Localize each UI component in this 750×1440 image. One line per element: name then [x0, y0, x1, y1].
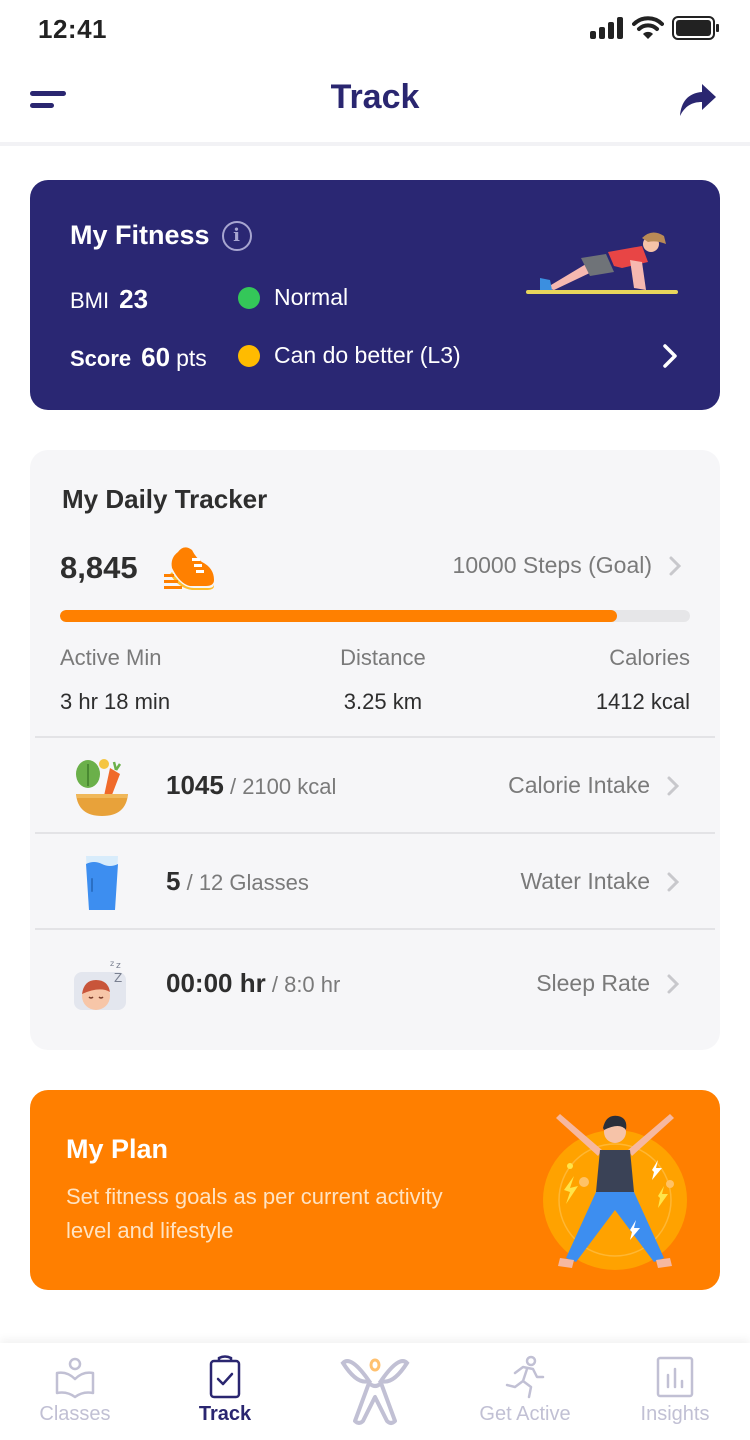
sleep-current: 00:00 hr — [166, 968, 266, 998]
chevron-right-icon — [667, 872, 680, 891]
tab-label: Classes — [39, 1403, 111, 1425]
tab-label: Track — [198, 1403, 252, 1425]
metric-active-min: Active Min 3 hr 18 min — [60, 645, 170, 715]
tab-insights[interactable]: Insights — [600, 1343, 750, 1440]
calorie-intake-label: Calorie Intake — [508, 772, 650, 798]
score-label: Score — [70, 346, 132, 371]
tab-classes[interactable]: Classes — [0, 1343, 150, 1440]
bottom-tab-bar: Classes Track Get Active Insights — [0, 1343, 750, 1440]
signal-icon — [590, 17, 623, 39]
tab-home-logo[interactable] — [300, 1343, 450, 1440]
status-dot-green — [238, 286, 260, 309]
fitness-title-text: My Fitness — [70, 220, 210, 250]
water-intake-label: Water Intake — [520, 868, 650, 894]
battery-icon — [672, 16, 719, 40]
calorie-intake-value: 1045 / 2100 kcal — [166, 770, 336, 801]
sleep-rate-row[interactable]: z z Z 00:00 hr / 8:0 hr Sleep Rate — [30, 936, 720, 1030]
page-title: Track — [330, 78, 420, 116]
fitness-title: My Fitness i — [70, 220, 252, 251]
chevron-right-icon — [667, 974, 680, 993]
running-shoe-icon — [164, 547, 214, 590]
status-bar: 12:41 — [0, 0, 750, 60]
tab-get-active[interactable]: Get Active — [450, 1343, 600, 1440]
divider — [35, 928, 715, 930]
metric-calories: Calories 1412 kcal — [596, 645, 690, 715]
water-intake-link[interactable]: Water Intake — [520, 868, 680, 895]
metric-label: Distance — [340, 645, 426, 670]
tab-label: Get Active — [479, 1403, 571, 1425]
sleep-rate-label: Sleep Rate — [536, 970, 650, 996]
sleeping-face-icon: z z Z — [74, 959, 126, 1010]
sleep-value: 00:00 hr / 8:0 hr — [166, 968, 340, 999]
salad-bowl-icon — [76, 759, 128, 816]
water-intake-row[interactable]: 5 / 12 Glasses Water Intake — [30, 834, 720, 928]
sleep-rate-link[interactable]: Sleep Rate — [536, 970, 680, 997]
app-logo-icon — [340, 1358, 410, 1425]
chevron-right-icon — [663, 344, 677, 368]
score-status: Can do better (L3) — [238, 342, 461, 369]
status-time: 12:41 — [38, 14, 107, 44]
bmi-status: Normal — [238, 284, 348, 311]
metric-label: Calories — [609, 645, 690, 670]
daily-tracker-card: My Daily Tracker 8,845 10000 Steps (Goal… — [30, 450, 720, 1050]
status-icons — [590, 16, 720, 40]
sleep-total: / 8:0 hr — [271, 972, 341, 997]
tracker-title: My Daily Tracker — [62, 484, 268, 514]
status-dot-yellow — [238, 344, 260, 367]
svg-text:z: z — [116, 961, 121, 971]
steps-goal-label: 10000 Steps (Goal) — [452, 552, 652, 578]
info-icon[interactable]: i — [221, 220, 252, 251]
tab-label: Insights — [640, 1403, 710, 1425]
water-current: 5 — [166, 866, 181, 896]
plan-title: My Plan — [66, 1134, 169, 1164]
score-value: 60 — [141, 342, 171, 372]
calorie-current: 1045 — [166, 770, 224, 800]
water-total: / 12 Glasses — [186, 870, 309, 895]
steps-count: 8,845 — [60, 550, 138, 585]
share-button[interactable] — [678, 82, 718, 118]
clipboard-check-icon — [209, 1355, 241, 1399]
my-plan-card[interactable]: My Plan Set fitness goals as per current… — [30, 1090, 720, 1290]
reader-book-icon — [55, 1357, 95, 1399]
share-icon — [680, 84, 716, 116]
tab-track[interactable]: Track — [150, 1343, 300, 1440]
steps-goal-link[interactable]: 10000 Steps (Goal) — [453, 552, 682, 579]
metric-distance: Distance 3.25 km — [340, 645, 426, 715]
bar-chart-icon — [656, 1356, 694, 1398]
water-intake-value: 5 / 12 Glasses — [166, 866, 309, 897]
chevron-right-icon — [669, 556, 682, 575]
wifi-icon — [632, 16, 664, 39]
bmi-row: BMI 23 — [70, 284, 148, 315]
calorie-total: / 2100 kcal — [229, 774, 337, 799]
metric-value: 1412 kcal — [595, 689, 690, 714]
jumping-jack-illustration — [543, 1114, 687, 1270]
metric-label: Active Min — [60, 645, 162, 670]
svg-text:Z: Z — [114, 971, 122, 985]
steps-progress-bar — [60, 610, 690, 622]
score-status-text: Can do better (L3) — [274, 342, 461, 368]
bmi-status-text: Normal — [274, 284, 349, 310]
my-fitness-card[interactable]: My Fitness i BMI 23 Normal Score 60 pts … — [30, 180, 720, 410]
svg-text:z: z — [110, 959, 114, 968]
running-person-icon — [505, 1355, 545, 1399]
chevron-right-icon — [667, 776, 680, 795]
water-glass-icon — [86, 856, 118, 910]
activity-metrics: Active Min 3 hr 18 min Distance 3.25 km … — [60, 645, 690, 715]
steps-progress-fill — [60, 610, 618, 622]
metric-value: 3.25 km — [343, 689, 423, 714]
plank-exercise-illustration — [526, 232, 678, 294]
calorie-intake-row[interactable]: 1045 / 2100 kcal Calorie Intake — [30, 738, 720, 832]
plan-description: Set fitness goals as per current activit… — [66, 1184, 443, 1243]
score-unit: pts — [176, 345, 207, 371]
calorie-intake-link[interactable]: Calorie Intake — [508, 772, 680, 799]
score-row: Score 60 pts — [70, 342, 207, 373]
bmi-label: BMI — [70, 288, 110, 313]
bmi-value: 23 — [119, 284, 149, 314]
metric-value: 3 hr 18 min — [60, 689, 171, 714]
app-header: Track — [0, 60, 750, 146]
